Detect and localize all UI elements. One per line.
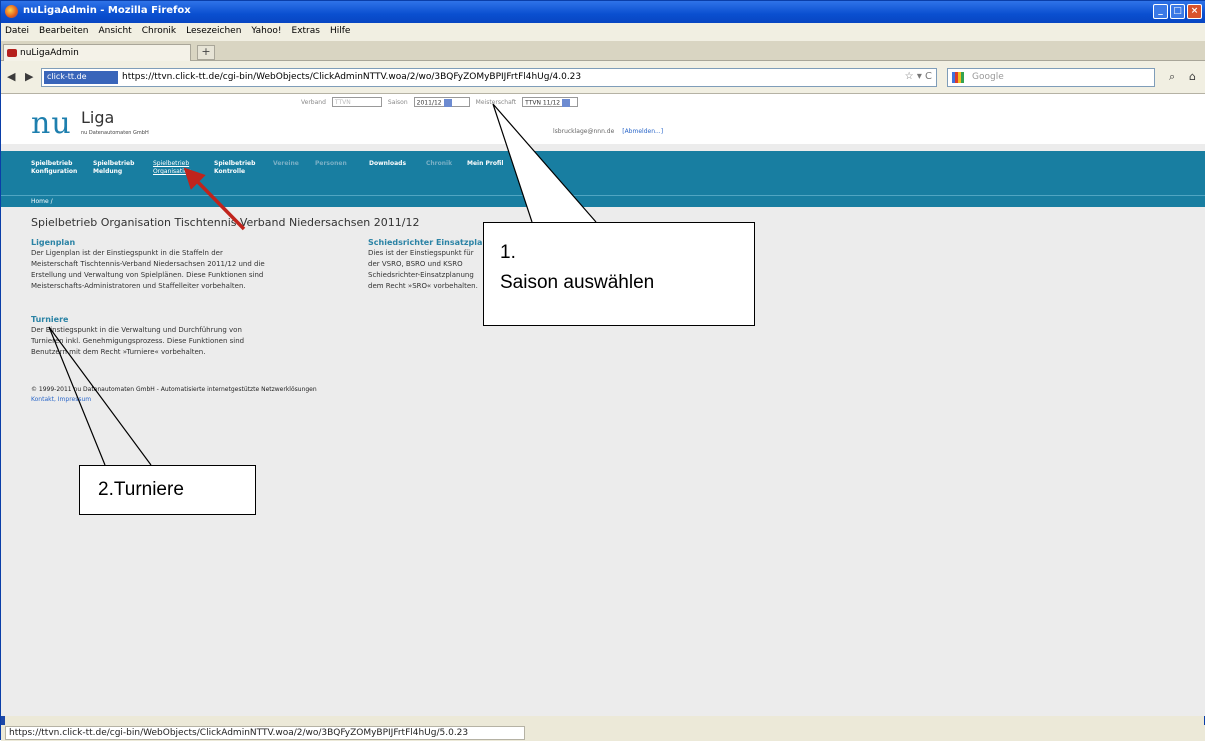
annotation-callout-turniere: 2.Turniere <box>79 465 256 515</box>
chevron-down-icon <box>443 99 452 107</box>
search-icon[interactable]: ⌕ <box>1169 70 1175 84</box>
menu-hilfe[interactable]: Hilfe <box>330 26 350 38</box>
tab-label: nuLigaAdmin <box>20 48 79 58</box>
status-url: https://ttvn.click-tt.de/cgi-bin/WebObje… <box>5 726 525 740</box>
annotation-callout-saison: 1. Saison auswählen <box>483 222 755 326</box>
copyright-text: © 1999-2011 nu Datenautomaten GmbH - Aut… <box>31 386 317 393</box>
site-identity-button[interactable]: click-tt.de <box>44 71 118 84</box>
user-info: lsbrucklage@nnn.de [Abmelden...] <box>553 128 663 135</box>
footer-links[interactable]: Kontakt, Impressum <box>31 395 317 405</box>
nav-mein-profil[interactable]: Mein Profil <box>467 160 503 168</box>
user-email: lsbrucklage@nnn.de <box>553 128 615 135</box>
tab-nuligaadmin[interactable]: nuLigaAdmin <box>3 44 191 61</box>
url-text: https://ttvn.click-tt.de/cgi-bin/WebObje… <box>122 72 582 82</box>
menu-bearbeiten[interactable]: Bearbeiten <box>39 26 88 38</box>
saison-label: Saison <box>387 98 408 106</box>
nav-downloads[interactable]: Downloads <box>369 160 406 168</box>
search-placeholder: Google <box>972 72 1004 82</box>
main-navigation: Spielbetrieb Konfiguration Spielbetrieb Me… <box>1 151 1205 195</box>
address-bar[interactable]: click-tt.de https://ttvn.click-tt.de/cgi… <box>41 68 937 87</box>
nav-chronik[interactable]: Chronik <box>426 160 452 168</box>
logo-subtitle: nu Datenautomaten GmbH <box>81 130 149 136</box>
nav-spielbetrieb-kontrolle[interactable]: Spielbetrieb Kontrolle <box>214 160 255 176</box>
tab-bar: nuLigaAdmin + <box>1 41 1205 61</box>
page-footer: © 1999-2011 nu Datenautomaten GmbH - Aut… <box>31 385 317 405</box>
menu-extras[interactable]: Extras <box>292 26 320 38</box>
ligenplan-link[interactable]: Ligenplan <box>31 238 75 247</box>
turniere-description: Der Einstiegspunkt in die Verwaltung und… <box>31 326 245 356</box>
menu-lesezeichen[interactable]: Lesezeichen <box>186 26 241 38</box>
logout-link[interactable]: [Abmelden...] <box>622 128 663 135</box>
menu-yahoo[interactable]: Yahoo! <box>251 26 281 38</box>
maximize-button[interactable]: □ <box>1170 4 1185 19</box>
meisterschaft-label: Meisterschaft <box>475 98 517 106</box>
firefox-icon <box>5 5 18 18</box>
verband-label: Verband <box>301 98 326 106</box>
title-bar: nuLigaAdmin - Mozilla Firefox _ □ × <box>1 1 1205 23</box>
ligenplan-description: Der Ligenplan ist der Einstiegspunkt in … <box>31 249 265 290</box>
chevron-down-icon <box>562 99 571 107</box>
nav-spielbetrieb-meldung[interactable]: Spielbetrieb Meldung <box>93 160 134 176</box>
home-icon[interactable]: ⌂ <box>1189 70 1196 83</box>
url-bar-buttons[interactable]: ☆ ▾ C <box>905 71 932 82</box>
context-selectors: Verband TTVN Saison 2011/12 Meisterschaf… <box>301 97 579 107</box>
status-bar: https://ttvn.click-tt.de/cgi-bin/WebObje… <box>1 725 1205 741</box>
search-bar[interactable]: Google <box>947 68 1155 87</box>
breadcrumb-home[interactable]: Home / <box>31 198 53 205</box>
forward-button[interactable]: ▶ <box>25 70 33 83</box>
turniere-link[interactable]: Turniere <box>31 315 68 324</box>
new-tab-button[interactable]: + <box>197 45 215 60</box>
nuliga-logo[interactable]: nu <box>31 106 72 141</box>
site-header: nu Liga nu Datenautomaten GmbH Verband T… <box>1 94 1205 144</box>
schiedsrichter-description: Dies ist der Einstiegspunkt für der VSRO… <box>368 249 478 290</box>
menu-bar: Datei Bearbeiten Ansicht Chronik Lesezei… <box>1 23 1205 41</box>
navigation-toolbar: ◀ ▶ click-tt.de https://ttvn.click-tt.de… <box>1 61 1205 94</box>
browser-window: nuLigaAdmin - Mozilla Firefox _ □ × Date… <box>0 0 1205 741</box>
nav-spielbetrieb-organisation[interactable]: Spielbetrieb Organisation <box>153 160 191 176</box>
verband-select[interactable]: TTVN <box>331 97 382 107</box>
menu-datei[interactable]: Datei <box>5 26 29 38</box>
window-title: nuLigaAdmin - Mozilla Firefox <box>23 5 191 16</box>
page-content: nu Liga nu Datenautomaten GmbH Verband T… <box>1 94 1205 716</box>
saison-select[interactable]: 2011/12 <box>413 97 470 107</box>
page-title: Spielbetrieb Organisation Tischtennis-Ve… <box>31 216 420 229</box>
logo-liga-text: Liga <box>81 108 115 127</box>
google-icon <box>952 72 964 83</box>
breadcrumb: Home / <box>1 195 1205 207</box>
nav-vereine[interactable]: Vereine <box>273 160 299 168</box>
nuliga-favicon-icon <box>7 49 17 57</box>
minimize-button[interactable]: _ <box>1153 4 1168 19</box>
close-button[interactable]: × <box>1187 4 1202 19</box>
menu-ansicht[interactable]: Ansicht <box>98 26 131 38</box>
nav-spielbetrieb-konfiguration[interactable]: Spielbetrieb Konfiguration <box>31 160 77 176</box>
menu-chronik[interactable]: Chronik <box>142 26 176 38</box>
back-button[interactable]: ◀ <box>7 70 15 83</box>
meisterschaft-select[interactable]: TTVN 11/12 <box>522 97 579 107</box>
nav-personen[interactable]: Personen <box>315 160 347 168</box>
